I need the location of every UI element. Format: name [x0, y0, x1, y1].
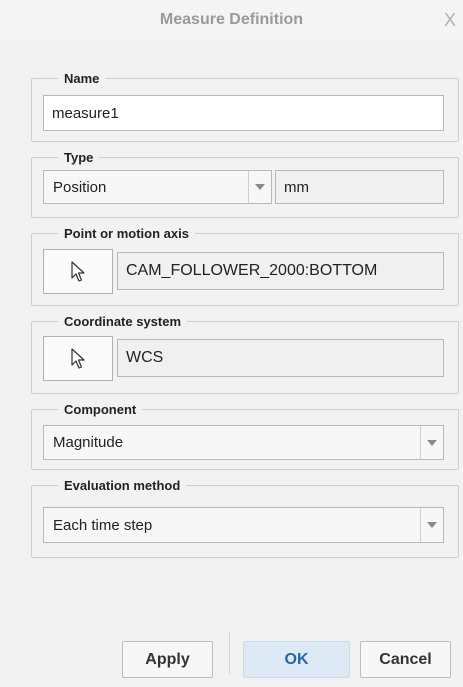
- name-legend: Name: [64, 71, 100, 86]
- dialog-title: Measure Definition: [159, 11, 304, 28]
- evaluation-method-dropdown-arrow[interactable]: [420, 508, 443, 542]
- component-selected-value: Magnitude: [53, 434, 124, 451]
- cursor-arrow-icon: [71, 347, 85, 369]
- button-separator: [229, 632, 230, 674]
- close-icon[interactable]: X: [444, 10, 456, 31]
- component-dropdown-arrow[interactable]: [420, 426, 443, 459]
- component-dropdown[interactable]: Magnitude: [43, 425, 444, 460]
- point-axis-legend: Point or motion axis: [64, 226, 189, 241]
- ok-button[interactable]: OK: [243, 641, 350, 678]
- coordinate-system-field: WCS: [117, 339, 444, 377]
- component-legend: Component: [64, 402, 137, 417]
- coordinate-system-legend: Coordinate system: [64, 314, 182, 329]
- unit-field: mm: [275, 170, 444, 204]
- name-input[interactable]: measure1: [43, 95, 444, 131]
- evaluation-method-legend: Evaluation method: [64, 478, 181, 493]
- cursor-arrow-icon: [71, 260, 85, 282]
- title-bar: Measure Definition X: [0, 0, 463, 42]
- point-select-button[interactable]: [43, 249, 113, 294]
- evaluation-method-dropdown[interactable]: Each time step: [43, 507, 444, 543]
- type-dropdown[interactable]: Position: [43, 170, 272, 204]
- evaluation-method-selected-value: Each time step: [53, 516, 153, 534]
- type-dropdown-arrow[interactable]: [248, 171, 271, 203]
- chevron-down-icon: [255, 184, 265, 190]
- type-selected-value: Position: [53, 178, 107, 196]
- coord-select-button[interactable]: [43, 336, 113, 381]
- type-legend: Type: [64, 150, 94, 165]
- point-axis-field: CAM_FOLLOWER_2000:BOTTOM: [117, 252, 444, 290]
- chevron-down-icon: [427, 439, 437, 446]
- apply-button[interactable]: Apply: [122, 641, 213, 678]
- chevron-down-icon: [427, 522, 437, 528]
- cancel-button[interactable]: Cancel: [360, 641, 451, 678]
